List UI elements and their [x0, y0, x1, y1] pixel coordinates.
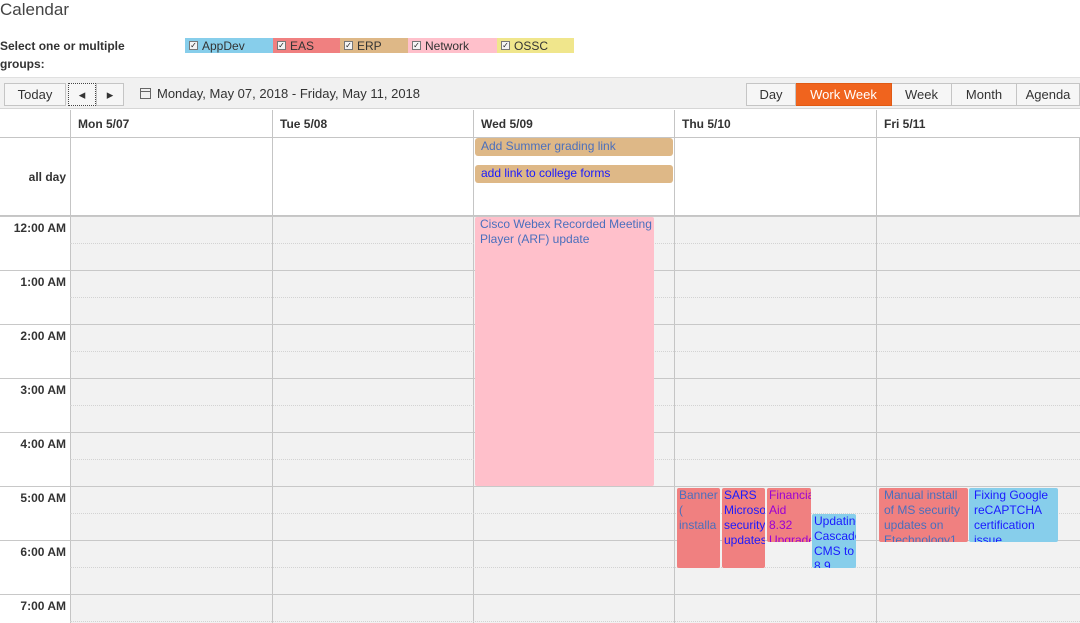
calendar-event[interactable]: SARS Microsoft security updates [722, 488, 765, 568]
time-label: 3:00 AM [20, 383, 66, 397]
day-header-tue[interactable]: Tue 5/08 [272, 110, 473, 138]
time-label: 4:00 AM [20, 437, 66, 451]
group-network[interactable]: ✓ Network [408, 38, 497, 53]
calendar-event[interactable]: Financial Aid 8.32 Upgrade [767, 488, 811, 542]
allday-cell[interactable] [70, 138, 272, 216]
checkbox-checked-icon[interactable]: ✓ [277, 41, 286, 50]
today-button[interactable]: Today [4, 83, 66, 106]
day-header-mon[interactable]: Mon 5/07 [70, 110, 272, 138]
allday-cell[interactable] [674, 138, 876, 216]
allday-cell[interactable] [272, 138, 473, 216]
group-filter: ✓ AppDev ✓ EAS ✓ ERP ✓ Network ✓ OSSC [185, 38, 574, 53]
allday-event[interactable]: add link to college forms [475, 165, 673, 183]
page-title: Calendar [0, 0, 69, 19]
checkbox-checked-icon[interactable]: ✓ [501, 41, 510, 50]
checkbox-checked-icon[interactable]: ✓ [344, 41, 353, 50]
day-column[interactable] [876, 216, 1080, 623]
day-column[interactable] [70, 216, 272, 623]
group-label: OSSC [514, 38, 549, 53]
checkbox-checked-icon[interactable]: ✓ [189, 41, 198, 50]
hour-line [0, 486, 1080, 487]
calendar-event[interactable]: Fixing Google reCAPTCHA certification is… [969, 488, 1058, 542]
day-header-wed[interactable]: Wed 5/09 [473, 110, 674, 138]
date-range-picker[interactable]: Monday, May 07, 2018 - Friday, May 11, 2… [140, 86, 420, 101]
half-hour-line [70, 567, 1080, 568]
day-header-fri[interactable]: Fri 5/11 [876, 110, 1080, 138]
calendar-icon [140, 88, 151, 99]
groups-label: Select one or multiple groups: [0, 39, 125, 71]
group-erp[interactable]: ✓ ERP [340, 38, 408, 53]
view-week-button[interactable]: Week [892, 83, 952, 106]
group-label: AppDev [202, 38, 245, 53]
prev-arrow-icon[interactable]: ◂ [68, 83, 96, 106]
view-switcher: Day Work Week Week Month Agenda [746, 83, 1080, 106]
group-eas[interactable]: ✓ EAS [273, 38, 340, 53]
group-label: Network [425, 38, 470, 53]
next-arrow-icon[interactable]: ▸ [96, 83, 124, 106]
group-label: EAS [290, 38, 315, 53]
group-appdev[interactable]: ✓ AppDev [185, 38, 273, 53]
allday-cell[interactable] [876, 138, 1080, 216]
day-column[interactable] [272, 216, 473, 623]
calendar-grid: Mon 5/07 Tue 5/08 Wed 5/09 Thu 5/10 Fri … [0, 110, 1080, 623]
view-work-week-button[interactable]: Work Week [796, 83, 892, 106]
calendar-toolbar: Today ◂ ▸ Monday, May 07, 2018 - Friday,… [0, 77, 1080, 109]
hour-line [0, 594, 1080, 595]
allday-label: all day [28, 170, 66, 184]
time-label: 7:00 AM [20, 599, 66, 613]
view-month-button[interactable]: Month [952, 83, 1017, 106]
calendar-event[interactable]: Manual install of MS security updates on… [879, 488, 968, 542]
time-label: 2:00 AM [20, 329, 66, 343]
allday-row: all day Add Summer grading link add link… [0, 138, 1080, 216]
time-label: 5:00 AM [20, 491, 66, 505]
time-label: 1:00 AM [20, 275, 66, 289]
calendar-event[interactable]: Updating Cascade CMS to 8.9 [812, 514, 856, 568]
checkbox-checked-icon[interactable]: ✓ [412, 41, 421, 50]
time-label: 6:00 AM [20, 545, 66, 559]
time-grid: 12:00 AM 1:00 AM 2:00 AM 3:00 AM 4:00 AM… [0, 216, 1080, 623]
calendar-event[interactable]: Cisco Webex Recorded Meeting Player (ARF… [475, 217, 654, 486]
view-day-button[interactable]: Day [746, 83, 796, 106]
group-ossc[interactable]: ✓ OSSC [497, 38, 574, 53]
allday-event[interactable]: Add Summer grading link [475, 138, 673, 156]
day-header-thu[interactable]: Thu 5/10 [674, 110, 876, 138]
time-label: 12:00 AM [13, 221, 66, 235]
calendar-event[interactable]: Banner ( installa [677, 488, 720, 568]
half-hour-line [70, 621, 1080, 622]
date-range-label: Monday, May 07, 2018 - Friday, May 11, 2… [157, 86, 421, 101]
day-header-row: Mon 5/07 Tue 5/08 Wed 5/09 Thu 5/10 Fri … [0, 110, 1080, 138]
group-label: ERP [357, 38, 382, 53]
view-agenda-button[interactable]: Agenda [1017, 83, 1080, 106]
